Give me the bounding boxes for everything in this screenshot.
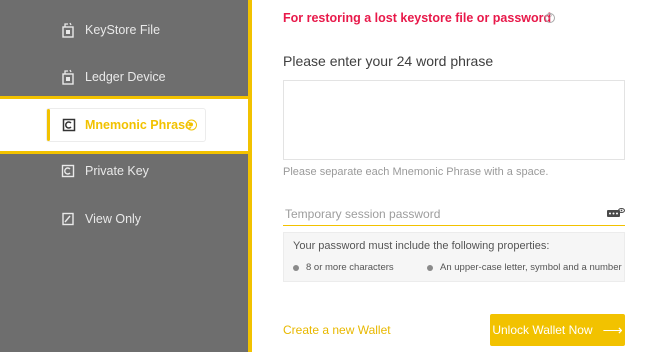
page-heading: For restoring a lost keystore file or pa… [283, 11, 552, 25]
sidebar-item-label: Mnemonic Phrase [85, 118, 192, 132]
password-requirements: Your password must include the following… [283, 232, 625, 282]
requirement-item: An upper-case letter, symbol and a numbe… [427, 262, 622, 273]
requirement-item: 8 or more characters [293, 262, 394, 273]
sidebar-divider [248, 0, 252, 352]
selected-radio-icon [186, 119, 197, 131]
sidebar: KeyStore File Ledger Device Private Key … [0, 0, 252, 352]
sidebar-item-private-key[interactable]: Private Key [0, 148, 248, 194]
sidebar-item-label: View Only [85, 212, 142, 226]
active-indicator-bar [47, 109, 50, 141]
sidebar-item-mnemonic-phrase[interactable]: Mnemonic Phrase [0, 96, 252, 154]
unlock-button-label: Unlock Wallet Now [492, 323, 593, 337]
help-icon[interactable]: ? [545, 13, 555, 23]
mnemonic-phrase-input[interactable] [283, 80, 625, 160]
mnemonic-phrase-icon [62, 118, 76, 132]
show-password-icon[interactable] [607, 207, 625, 219]
ledger-device-icon [62, 69, 74, 85]
view-only-icon [62, 212, 74, 226]
keystore-file-icon [62, 22, 74, 38]
sidebar-item-label: KeyStore File [85, 23, 161, 37]
unlock-wallet-button[interactable]: Unlock Wallet Now ⟶ [490, 314, 625, 346]
phrase-title: Please enter your 24 word phrase [283, 53, 494, 69]
sidebar-item-label: Private Key [85, 164, 149, 178]
private-key-icon [61, 164, 75, 178]
sidebar-item-view-only[interactable]: View Only [0, 196, 248, 242]
sidebar-item-ledger-device[interactable]: Ledger Device [0, 54, 248, 100]
create-wallet-link[interactable]: Create a new Wallet [283, 323, 391, 337]
sidebar-item-label: Ledger Device [85, 70, 166, 84]
arrow-right-icon: ⟶ [602, 321, 623, 338]
session-password-input[interactable] [283, 202, 625, 226]
sidebar-item-keystore-file[interactable]: KeyStore File [0, 7, 248, 53]
phrase-hint: Please separate each Mnemonic Phrase wit… [283, 166, 549, 178]
requirements-title: Your password must include the following… [293, 240, 550, 252]
